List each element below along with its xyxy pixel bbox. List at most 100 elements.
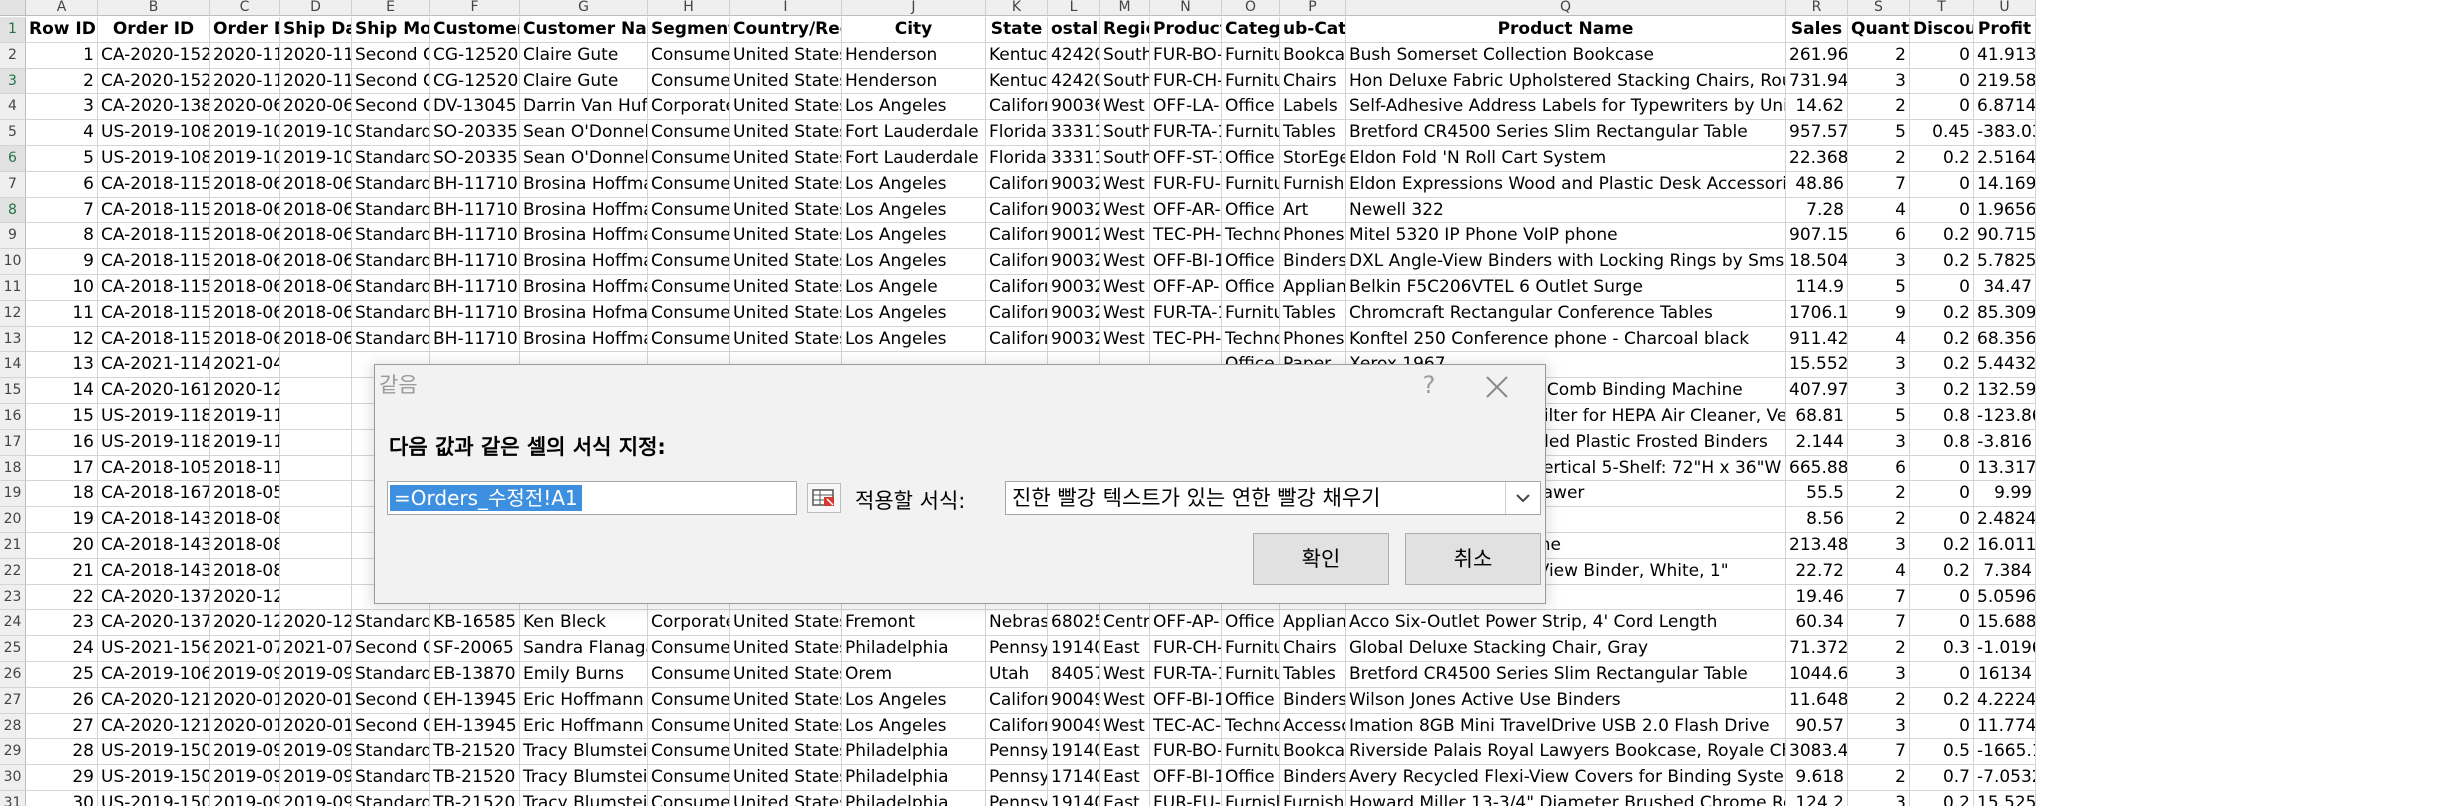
data-cell[interactable]: US-2019-118983 bbox=[98, 404, 210, 430]
data-cell[interactable]: Self-Adhesive Address Labels for Typewri… bbox=[1346, 94, 1786, 121]
data-cell[interactable]: 9.618 bbox=[1786, 765, 1848, 791]
data-cell[interactable]: CA-2020-138688 bbox=[98, 94, 210, 121]
data-cell[interactable]: West bbox=[1100, 249, 1150, 275]
data-cell[interactable]: 16 bbox=[26, 429, 98, 456]
data-cell[interactable]: 0.2 bbox=[1910, 249, 1974, 275]
data-cell[interactable]: California bbox=[986, 687, 1048, 714]
data-cell[interactable]: Consumer bbox=[648, 662, 730, 688]
data-cell[interactable]: 2019-09-30 bbox=[280, 662, 352, 688]
data-cell[interactable]: 2.5164 bbox=[1974, 146, 2036, 172]
data-cell[interactable]: 2018-06-09 bbox=[210, 300, 280, 327]
data-cell[interactable] bbox=[280, 404, 352, 430]
data-cell[interactable]: Consumer bbox=[648, 765, 730, 791]
data-cell[interactable]: 0 bbox=[1910, 275, 1974, 301]
row-number[interactable]: 1 bbox=[0, 17, 26, 43]
header-cell[interactable]: Country/Region bbox=[730, 17, 842, 43]
data-cell[interactable]: 2019-11-22 bbox=[210, 429, 280, 456]
data-cell[interactable]: Furnishing bbox=[1280, 791, 1346, 806]
data-cell[interactable]: 2018-06-14 bbox=[280, 275, 352, 301]
data-cell[interactable]: Technolo bbox=[1222, 713, 1280, 740]
data-cell[interactable]: BH-11710 bbox=[430, 300, 520, 327]
column-header[interactable]: B bbox=[98, 0, 210, 16]
data-cell[interactable]: Darrin Van Huff bbox=[520, 94, 648, 121]
data-cell[interactable]: 2 bbox=[1848, 687, 1910, 714]
data-cell[interactable]: Consumer bbox=[648, 636, 730, 662]
data-cell[interactable]: Los Angele bbox=[842, 275, 986, 301]
column-header[interactable]: R bbox=[1786, 0, 1848, 16]
data-cell[interactable]: 4 bbox=[1848, 326, 1910, 353]
column-header[interactable]: M bbox=[1100, 0, 1150, 16]
column-header[interactable]: K bbox=[986, 0, 1048, 16]
data-cell[interactable]: 16.011 bbox=[1974, 533, 2036, 559]
data-cell[interactable] bbox=[280, 584, 352, 611]
data-cell[interactable]: Eldon Expressions Wood and Plastic Desk … bbox=[1346, 171, 1786, 198]
data-cell[interactable]: Furniture bbox=[1222, 636, 1280, 662]
data-cell[interactable]: 4 bbox=[26, 120, 98, 146]
data-cell[interactable]: 2018-06-09 bbox=[210, 171, 280, 198]
data-cell[interactable]: Brosina Hoffman bbox=[520, 326, 648, 353]
column-header[interactable]: J bbox=[842, 0, 986, 16]
data-cell[interactable]: Tables bbox=[1280, 662, 1346, 688]
data-cell[interactable]: Phones bbox=[1280, 326, 1346, 353]
data-cell[interactable]: OFF-LA-1 bbox=[1150, 94, 1222, 121]
header-cell[interactable]: Segment bbox=[648, 17, 730, 43]
data-cell[interactable]: Eldon Fold 'N Roll Cart System bbox=[1346, 146, 1786, 172]
data-cell[interactable]: Tracy Blumstein bbox=[520, 765, 648, 791]
header-cell[interactable]: ostal Cod bbox=[1048, 17, 1100, 43]
data-cell[interactable]: 2019-09-21 bbox=[280, 765, 352, 791]
data-cell[interactable]: Standard Class bbox=[352, 197, 430, 224]
data-cell[interactable]: 2018-06-14 bbox=[280, 326, 352, 353]
data-cell[interactable]: 0 bbox=[1910, 197, 1974, 224]
data-cell[interactable]: 0 bbox=[1910, 455, 1974, 482]
data-cell[interactable]: 6 bbox=[26, 171, 98, 198]
data-cell[interactable]: United States bbox=[730, 146, 842, 172]
data-cell[interactable]: 2018-06-09 bbox=[210, 197, 280, 224]
data-cell[interactable]: 2018-08-27 bbox=[210, 533, 280, 559]
data-cell[interactable]: Belkin F5C206VTEL 6 Outlet Surge bbox=[1346, 275, 1786, 301]
data-cell[interactable]: Imation 8GB Mini TravelDrive USB 2.0 Fla… bbox=[1346, 713, 1786, 740]
data-cell[interactable]: -1665.1 bbox=[1974, 739, 2036, 766]
data-cell[interactable]: Henderson bbox=[842, 42, 986, 69]
data-cell[interactable]: Bookcase bbox=[1280, 42, 1346, 69]
data-cell[interactable]: Emily Burns bbox=[520, 662, 648, 688]
row-number[interactable]: 12 bbox=[0, 300, 26, 327]
data-cell[interactable]: 19140 bbox=[1048, 636, 1100, 662]
data-cell[interactable]: TEC-PH-1 bbox=[1150, 223, 1222, 250]
data-cell[interactable]: Standard Class bbox=[352, 120, 430, 146]
column-header[interactable]: S bbox=[1848, 0, 1910, 16]
data-cell[interactable]: 33311 bbox=[1048, 120, 1100, 146]
data-cell[interactable]: Los Angeles bbox=[842, 94, 986, 121]
data-cell[interactable]: Furniture bbox=[1222, 42, 1280, 69]
data-cell[interactable]: 11.648 bbox=[1786, 687, 1848, 714]
data-cell[interactable]: Tables bbox=[1280, 300, 1346, 327]
data-cell[interactable]: Standard Class bbox=[352, 326, 430, 353]
data-cell[interactable]: Standard Class bbox=[352, 791, 430, 806]
data-cell[interactable]: Pennsylva bbox=[986, 636, 1048, 662]
data-cell[interactable]: SO-20335 bbox=[430, 146, 520, 172]
row-number[interactable]: 19 bbox=[0, 481, 26, 508]
row-number[interactable]: 17 bbox=[0, 429, 26, 456]
data-cell[interactable]: Standard Class bbox=[352, 171, 430, 198]
data-cell[interactable]: Sean O'Donnell bbox=[520, 146, 648, 172]
data-cell[interactable]: Standard Class bbox=[352, 249, 430, 275]
data-cell[interactable] bbox=[280, 429, 352, 456]
data-cell[interactable]: 2021-07-18 bbox=[280, 636, 352, 662]
data-cell[interactable]: TB-21520 bbox=[430, 765, 520, 791]
data-cell[interactable]: Consumer bbox=[648, 326, 730, 353]
data-cell[interactable]: 19.46 bbox=[1786, 584, 1848, 611]
data-cell[interactable]: 8 bbox=[26, 223, 98, 250]
data-cell[interactable]: 0 bbox=[1910, 94, 1974, 121]
data-cell[interactable]: 48.86 bbox=[1786, 171, 1848, 198]
data-cell[interactable]: StorEge bbox=[1280, 146, 1346, 172]
data-cell[interactable]: 2018-08-27 bbox=[210, 558, 280, 585]
reference-input[interactable]: =Orders_수정전!A1 bbox=[387, 481, 797, 515]
data-cell[interactable]: 2020-12-09 bbox=[210, 584, 280, 611]
data-cell[interactable]: 4 bbox=[1848, 558, 1910, 585]
data-cell[interactable]: CA-2020-121755 bbox=[98, 687, 210, 714]
data-cell[interactable]: Bretford CR4500 Series Slim Rectangular … bbox=[1346, 662, 1786, 688]
data-cell[interactable]: East bbox=[1100, 791, 1150, 806]
data-cell[interactable]: CA-2018-167164 bbox=[98, 481, 210, 508]
data-cell[interactable]: 0.7 bbox=[1910, 765, 1974, 791]
data-cell[interactable]: OFF-ST-1 bbox=[1150, 146, 1222, 172]
data-cell[interactable]: Labels bbox=[1280, 94, 1346, 121]
